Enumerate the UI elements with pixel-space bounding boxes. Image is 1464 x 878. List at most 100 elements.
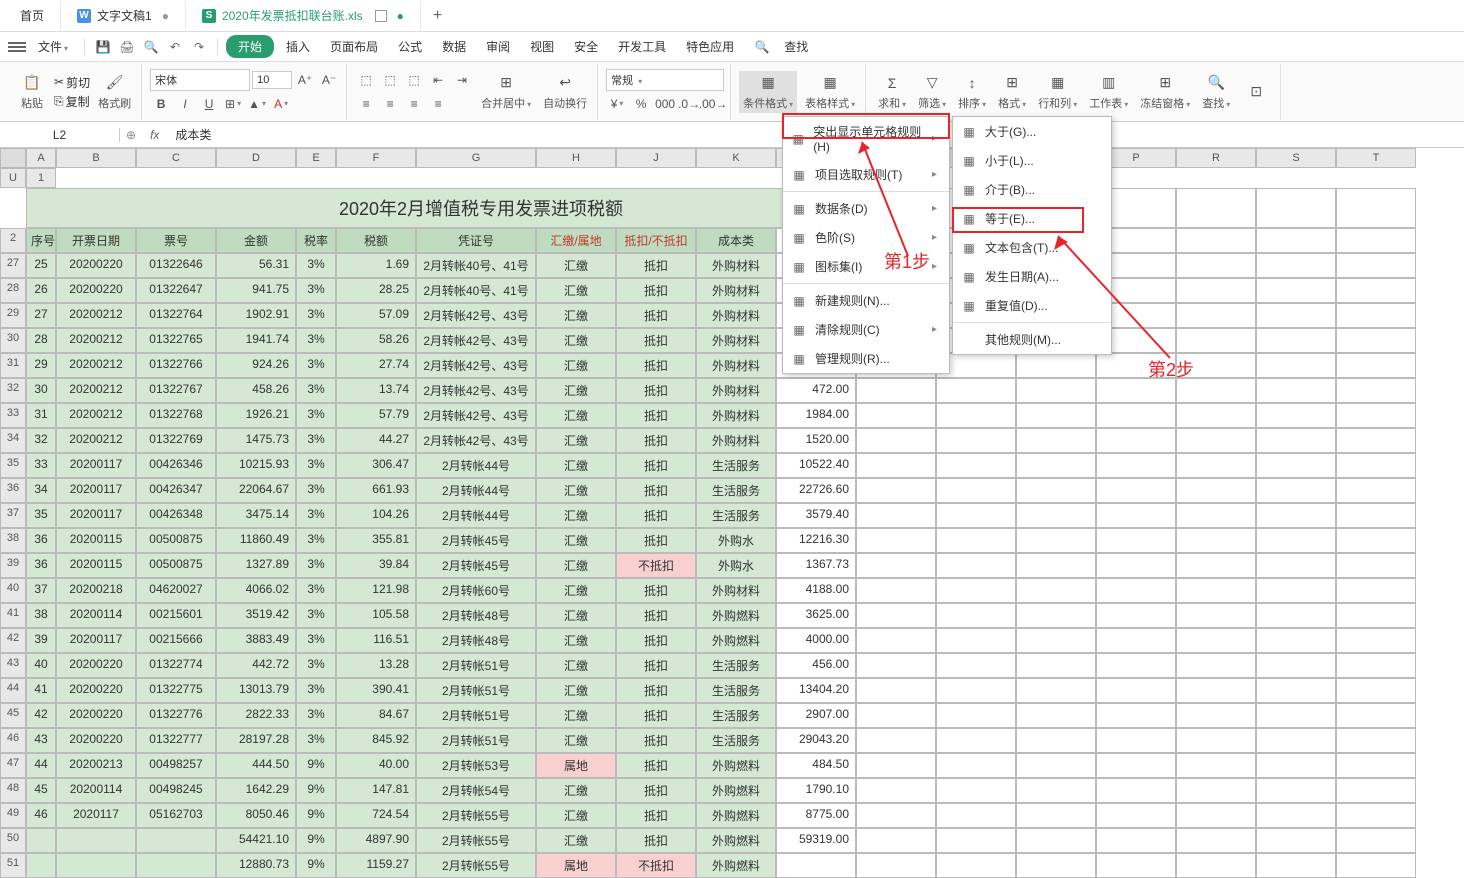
menu-security[interactable]: 安全	[566, 34, 606, 59]
underline-button[interactable]: U	[198, 93, 220, 115]
font-increase-icon[interactable]: A⁺	[294, 69, 316, 91]
italic-button[interactable]: I	[174, 93, 196, 115]
filter-button[interactable]: ▽筛选▾	[914, 71, 950, 113]
cell-style-button[interactable]: ▦ 表格样式▾	[801, 71, 859, 113]
close-icon[interactable]: ●	[397, 9, 404, 23]
manage-rules-item[interactable]: ▦管理规则(R)...	[783, 344, 949, 373]
align-right-icon[interactable]: ≡	[403, 93, 425, 115]
save-icon[interactable]: 💾	[93, 37, 113, 57]
copy-button[interactable]: ⎘ 复制	[54, 93, 90, 110]
decimal-dec-icon[interactable]: .00→	[702, 93, 724, 115]
window-icon[interactable]	[375, 10, 387, 22]
paste-button[interactable]: 📋 粘贴	[14, 71, 50, 113]
border-button[interactable]: ⊞▾	[222, 93, 244, 115]
search-label[interactable]: 查找	[776, 34, 816, 59]
merge-button[interactable]: ⊞ 合并居中▾	[477, 71, 535, 113]
word-doc-icon: W	[77, 9, 91, 23]
font-size-select[interactable]: 10	[252, 71, 292, 89]
annotation-step1: 第1步	[884, 248, 930, 274]
tab-doc2[interactable]: S 2020年发票抵扣联台账.xls ●	[186, 2, 421, 30]
dup-icon: ▦	[961, 299, 977, 313]
format-icon: ⊞	[1002, 73, 1022, 93]
cell-reference-input[interactable]: L2	[0, 128, 120, 142]
align-justify-icon[interactable]: ≡	[427, 93, 449, 115]
find-button[interactable]: 🔍查找▾	[1198, 71, 1234, 113]
highlight-rules-item[interactable]: ▦突出显示单元格规则(H)▸	[783, 117, 949, 160]
clear-icon: ▦	[791, 323, 807, 337]
align-middle-icon[interactable]: ⬚	[379, 69, 401, 91]
font-name-select[interactable]: 宋体	[150, 69, 250, 91]
search-icon[interactable]: 🔍	[752, 37, 772, 57]
greater-than-item[interactable]: ▦大于(G)...	[953, 117, 1111, 146]
percent-icon[interactable]: %	[630, 93, 652, 115]
gt-icon: ▦	[961, 125, 977, 139]
iconset-icon: ▦	[791, 260, 807, 274]
freeze-button[interactable]: ⊞冻结窗格▾	[1136, 71, 1194, 113]
indent-right-icon[interactable]: ⇥	[451, 69, 473, 91]
sum-button[interactable]: Σ求和▾	[874, 71, 910, 113]
menu-data[interactable]: 数据	[434, 34, 474, 59]
align-left-icon[interactable]: ≡	[355, 93, 377, 115]
top-bottom-rules-item[interactable]: ▦项目选取规则(T)▸	[783, 160, 949, 189]
sort-button[interactable]: ↕排序▾	[954, 71, 990, 113]
align-top-icon[interactable]: ⬚	[355, 69, 377, 91]
text-contains-item[interactable]: ▦文本包含(T)...	[953, 233, 1111, 262]
bold-button[interactable]: B	[150, 93, 172, 115]
equal-to-item[interactable]: ▦等于(E)...	[953, 204, 1111, 233]
fill-color-button[interactable]: ▲▾	[246, 93, 268, 115]
indent-left-icon[interactable]: ⇤	[427, 69, 449, 91]
undo-icon[interactable]: ↶	[165, 37, 185, 57]
menu-view[interactable]: 视图	[522, 34, 562, 59]
cut-button[interactable]: ✂ 剪切	[54, 74, 90, 91]
fx-icon[interactable]: fx	[142, 128, 167, 142]
scissors-icon: ✂	[54, 75, 64, 89]
menu-formula[interactable]: 公式	[390, 34, 430, 59]
menu-start[interactable]: 开始	[226, 35, 274, 58]
merge-icon: ⊞	[496, 73, 516, 93]
data-bars-item[interactable]: ▦数据条(D)▸	[783, 194, 949, 223]
print-icon[interactable]: 🖨	[117, 37, 137, 57]
conditional-format-button[interactable]: ▦ 条件格式▾	[739, 71, 797, 113]
new-tab-button[interactable]: +	[421, 7, 454, 25]
between-icon: ▦	[961, 183, 977, 197]
font-color-button[interactable]: A▾	[270, 93, 292, 115]
rowcol-button[interactable]: ▦行和列▾	[1034, 71, 1081, 113]
more-rules-item[interactable]: 其他规则(M)...	[953, 325, 1111, 354]
rowcol-icon: ▦	[1048, 73, 1068, 93]
between-item[interactable]: ▦介于(B)...	[953, 175, 1111, 204]
comma-icon[interactable]: 000	[654, 93, 676, 115]
tab-home[interactable]: 首页	[4, 2, 61, 30]
font-decrease-icon[interactable]: A⁻	[318, 69, 340, 91]
preview-icon[interactable]: 🔍	[141, 37, 161, 57]
menu-layout[interactable]: 页面布局	[322, 34, 386, 59]
hamburger-icon[interactable]	[8, 40, 26, 54]
clear-rules-item[interactable]: ▦清除规则(C)▸	[783, 315, 949, 344]
menu-review[interactable]: 审阅	[478, 34, 518, 59]
sheet-button[interactable]: ▥工作表▾	[1085, 71, 1132, 113]
redo-icon[interactable]: ↷	[189, 37, 209, 57]
decimal-inc-icon[interactable]: .0→	[678, 93, 700, 115]
wrap-icon: ↩	[555, 73, 575, 93]
new-rule-item[interactable]: ▦新建规则(N)...	[783, 286, 949, 315]
date-occurring-item[interactable]: ▦发生日期(A)...	[953, 262, 1111, 291]
align-bottom-icon[interactable]: ⬚	[403, 69, 425, 91]
databar-icon: ▦	[791, 202, 807, 216]
wrap-button[interactable]: ↩ 自动换行	[539, 71, 591, 113]
tab-doc1[interactable]: W 文字文稿1 ●	[61, 2, 186, 30]
file-menu[interactable]: 文件▾	[30, 34, 76, 59]
menu-special[interactable]: 特色应用	[678, 34, 742, 59]
currency-icon[interactable]: ¥▾	[606, 93, 628, 115]
menu-insert[interactable]: 插入	[278, 34, 318, 59]
format-painter-button[interactable]: 🖌 格式刷	[94, 71, 135, 113]
align-center-icon[interactable]: ≡	[379, 93, 401, 115]
duplicate-values-item[interactable]: ▦重复值(D)...	[953, 291, 1111, 320]
format-button[interactable]: ⊞格式▾	[994, 71, 1030, 113]
close-icon[interactable]: ●	[162, 9, 169, 23]
cell-style-icon: ▦	[820, 73, 840, 93]
less-than-item[interactable]: ▦小于(L)...	[953, 146, 1111, 175]
menu-dev[interactable]: 开发工具	[610, 34, 674, 59]
more-button[interactable]: ⊡	[1238, 80, 1274, 104]
number-format-select[interactable]: 常规 ▾	[606, 69, 724, 91]
expand-icon[interactable]: ⊕	[120, 128, 142, 142]
spreadsheet[interactable]: ABCDEFGHJKLMNOPRSTU12020年2月增值税专用发票进项税额2序…	[0, 148, 1464, 878]
